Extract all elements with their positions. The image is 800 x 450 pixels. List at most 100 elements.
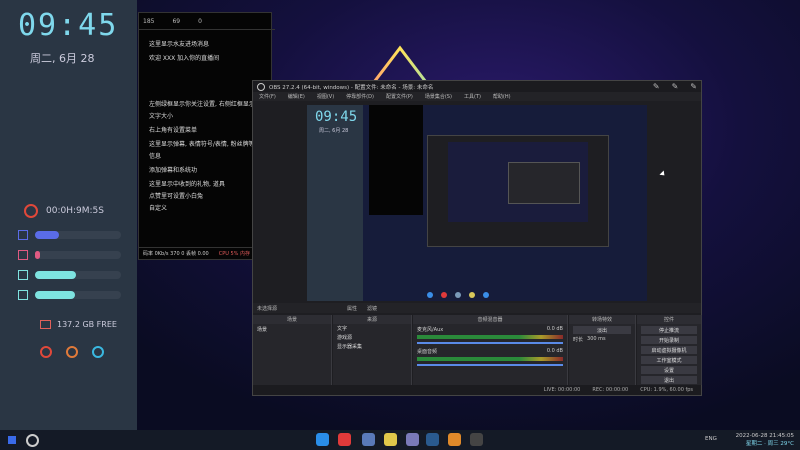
preview-taskbar — [427, 291, 627, 299]
duration-label: 时长 — [573, 337, 584, 343]
control-button[interactable]: 启动虚拟摄像机 — [641, 346, 697, 354]
edge-icon — [427, 292, 433, 298]
bitrate-text: 码率 0Kb/s 370 0 丢帧 0.00 — [143, 251, 209, 257]
stat-fill — [35, 271, 77, 279]
app-icon — [469, 292, 475, 298]
menu-item[interactable]: 编辑(E) — [288, 93, 305, 100]
app-icon[interactable] — [448, 433, 461, 446]
netease-music-icon[interactable] — [338, 433, 351, 446]
duration-value[interactable]: 300 ms — [587, 336, 606, 343]
channel-level: 0.0 dB — [546, 326, 563, 332]
obs-docks: 未选择源 属性 滤镜 场景 场景 来源 文字 游戏源 显示器采集 音频混音器 麦克风… — [253, 303, 702, 385]
source-item[interactable]: 显示器采集 — [333, 342, 411, 351]
scene-item[interactable]: 场景 — [253, 324, 331, 335]
note-line: 右上角有设置菜单 — [149, 127, 198, 134]
menu-item[interactable]: 视图(V) — [317, 93, 334, 100]
edit-icon[interactable]: ✎ — [690, 82, 697, 91]
obs-menubar: 文件(F) 编辑(E) 视图(V) 停靠部件(D) 配置文件(P) 场景集合(S) 工具(T… — [253, 92, 701, 101]
preview-clock: 09:45 — [315, 109, 358, 125]
stat-bar — [18, 250, 121, 260]
netease-icon — [441, 292, 447, 298]
edge-icon[interactable] — [316, 433, 329, 446]
obs-icon[interactable] — [470, 433, 483, 446]
control-button[interactable]: 停止推流 — [641, 326, 697, 334]
control-button[interactable]: 工作室模式 — [641, 356, 697, 364]
system-tray[interactable]: 2022-06-28 21:45:05 星期二 · 周三 29°C — [736, 432, 794, 448]
fire-count: 185 — [143, 17, 155, 25]
controls-dock[interactable]: 控件 停止推流 开始录制 启动虚拟摄像机 工作室模式 设置 退出 — [637, 315, 702, 385]
start-icon[interactable] — [8, 436, 16, 444]
brush-icon[interactable]: ✎ — [672, 82, 679, 91]
control-button[interactable]: 设置 — [641, 366, 697, 374]
tray-time: 2022-06-28 21:45:05 — [735, 433, 794, 439]
note-line: 欢迎 XXX 加入你的直播间 — [149, 55, 220, 62]
channel-name: 麦克风/Aux — [417, 327, 444, 333]
obs-statusbar: LIVE: 00:00:00 REC: 00:00:00 CPU: 1.9%, … — [253, 385, 701, 395]
disk-widget: 137.2 GB FREE — [40, 320, 117, 329]
mixer-channel: 麦克风/Aux 0.0 dB — [413, 324, 567, 346]
notes-header: 185 69 0 — [139, 13, 275, 30]
live-time: LIVE: 00:00:00 — [543, 387, 581, 393]
settings-icon[interactable] — [40, 346, 52, 358]
steam-icon[interactable] — [426, 433, 439, 446]
scenes-dock[interactable]: 场景 场景 — [253, 315, 332, 385]
channel-level: 0.0 dB — [546, 348, 563, 354]
volume-slider[interactable] — [417, 364, 563, 366]
refresh-icon[interactable] — [66, 346, 78, 358]
obs-window[interactable]: OBS 27.2.4 (64-bit, windows) - 配置文件: 未命名… — [252, 80, 702, 396]
source-toolbar: 未选择源 属性 滤镜 — [253, 303, 701, 313]
scenes-header: 场景 — [253, 315, 331, 324]
taskbar — [0, 430, 800, 450]
transition-select[interactable]: 淡出 — [573, 326, 631, 334]
menu-item[interactable]: 停靠部件(D) — [346, 93, 374, 100]
lang-indicator[interactable]: ENG — [705, 436, 717, 442]
note-line: 左侧绿框显示你关注设置, 右侧红框显示修改 — [149, 101, 267, 108]
mixer-header: 音频混音器 — [413, 315, 567, 324]
channel-name: 桌面音频 — [417, 349, 438, 355]
preview-panel: 09:45 周二, 6月 28 — [307, 105, 363, 301]
sources-dock[interactable]: 来源 文字 游戏源 显示器采集 — [333, 315, 412, 385]
menu-item[interactable]: 帮助(H) — [493, 93, 511, 100]
power-icon[interactable] — [92, 346, 104, 358]
mixer-channel: 桌面音频 0.0 dB — [413, 346, 567, 368]
folder-icon — [40, 320, 51, 329]
volume-slider[interactable] — [417, 342, 563, 344]
stat-track — [35, 251, 121, 259]
control-button[interactable]: 开始录制 — [641, 336, 697, 344]
menu-item[interactable]: 工具(T) — [464, 93, 481, 100]
viewer-count: 69 — [172, 17, 181, 25]
obs-preview[interactable]: 09:45 周二, 6月 28 — [307, 105, 647, 301]
app-icon[interactable] — [384, 433, 397, 446]
menu-item[interactable]: 场景集合(S) — [425, 93, 452, 100]
stat-track — [35, 231, 121, 239]
source-item[interactable]: 文字 — [333, 324, 411, 333]
note-line: 这里显示水友进场消息 — [149, 41, 210, 48]
obs-logo-icon — [257, 82, 265, 91]
stat-fill — [35, 231, 60, 239]
disk-free: 137.2 GB FREE — [57, 320, 117, 329]
menu-item[interactable]: 文件(F) — [259, 93, 276, 100]
app-icon[interactable] — [406, 433, 419, 446]
tray-weather: 星期二 · 周三 29°C — [745, 441, 794, 447]
clock-widget: 09:45 — [18, 8, 119, 43]
headphone-icon — [18, 290, 28, 300]
no-source-label: 未选择源 — [257, 305, 278, 312]
stat-bar — [18, 290, 121, 300]
pen-icon[interactable]: ✎ — [653, 82, 660, 91]
uptime-widget: 00:0H:9M:5S — [24, 204, 104, 218]
properties-button[interactable]: 属性 — [347, 305, 357, 312]
transitions-header: 转场特效 — [569, 315, 635, 324]
note-line: 这里显示弹幕, 表情符号/表情, 粉丝牌等 — [149, 141, 255, 148]
menu-item[interactable]: 配置文件(P) — [386, 93, 413, 100]
transitions-dock[interactable]: 转场特效 淡出 时长 300 ms — [569, 315, 636, 385]
search-icon[interactable] — [26, 434, 39, 447]
mixer-dock[interactable]: 音频混音器 麦克风/Aux 0.0 dB 桌面音频 0.0 dB — [413, 315, 568, 385]
app-icon[interactable] — [362, 433, 375, 446]
panel-buttons — [40, 346, 104, 358]
note-line: 点赞里可设置小白兔 — [149, 193, 204, 200]
control-button[interactable]: 退出 — [641, 376, 697, 384]
filters-button[interactable]: 滤镜 — [367, 305, 377, 312]
note-line: 自定义 — [149, 205, 168, 212]
source-item[interactable]: 游戏源 — [333, 333, 411, 342]
timer-icon — [24, 204, 38, 218]
